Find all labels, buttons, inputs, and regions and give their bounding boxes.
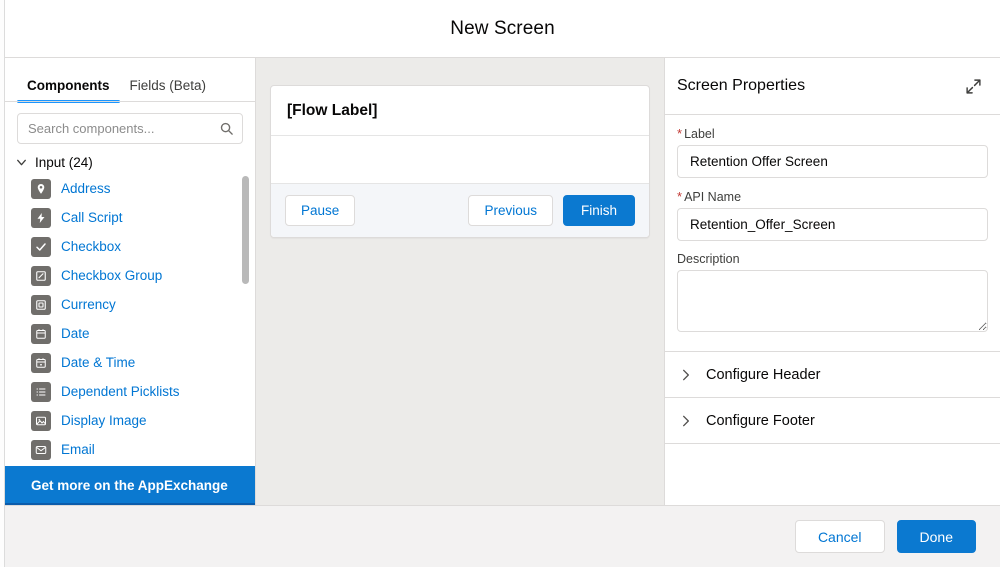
api-name-input[interactable] — [677, 208, 988, 241]
lightning-bolt-icon — [31, 207, 51, 228]
location-pin-icon — [31, 178, 51, 199]
component-label: Address — [61, 181, 111, 196]
component-list: Address Call Script Checkbox Checkbox Gr… — [5, 174, 255, 466]
search-input[interactable] — [18, 121, 242, 136]
label-field-group: * Label — [677, 126, 988, 178]
calendar-icon — [31, 323, 51, 344]
page-title: New Screen — [450, 17, 555, 39]
flow-card-header: [Flow Label] — [271, 86, 649, 136]
currency-icon — [31, 294, 51, 315]
scrollbar-thumb[interactable] — [242, 176, 249, 284]
screen-canvas: [Flow Label] Pause Previous Finish — [256, 58, 665, 505]
checkbox-group-icon — [31, 265, 51, 286]
component-item-checkbox-group[interactable]: Checkbox Group — [9, 261, 255, 290]
component-item-address[interactable]: Address — [9, 174, 255, 203]
component-item-date-time[interactable]: Date & Time — [9, 348, 255, 377]
configure-header-section[interactable]: Configure Header — [665, 352, 1000, 398]
component-item-date[interactable]: Date — [9, 319, 255, 348]
envelope-icon — [31, 439, 51, 460]
screen-properties-fields: *Label *API Name Description — [665, 115, 1000, 352]
screen-properties-header: Screen Properties — [665, 58, 1000, 115]
description-field-group: Description — [677, 252, 988, 337]
panel-title: Screen Properties — [677, 77, 806, 94]
flow-label-text: [Flow Label] — [287, 102, 378, 119]
chevron-right-icon — [683, 369, 689, 380]
component-label: Checkbox Group — [61, 268, 163, 283]
components-panel: Components Fields (Beta) Input (24) — [5, 58, 256, 505]
expand-icon[interactable] — [965, 78, 982, 95]
component-item-currency[interactable]: Currency — [9, 290, 255, 319]
calendar-clock-icon — [31, 352, 51, 373]
tabs-divider — [5, 101, 255, 102]
checkmark-icon — [31, 236, 51, 257]
component-label: Email — [61, 442, 95, 457]
label-input[interactable] — [677, 145, 988, 178]
previous-button[interactable]: Previous — [468, 195, 553, 226]
component-item-dependent-picklists[interactable]: Dependent Picklists — [9, 377, 255, 406]
api-name-field-group: * API Name — [677, 189, 988, 241]
flow-card-body-dropzone[interactable] — [271, 136, 649, 184]
search-box[interactable] — [17, 113, 243, 144]
search-container — [5, 103, 255, 150]
component-label: Display Image — [61, 413, 147, 428]
component-label: Currency — [61, 297, 116, 312]
chevron-right-icon — [683, 415, 689, 426]
component-label: Date & Time — [61, 355, 136, 370]
list-icon — [31, 381, 51, 402]
configure-footer-section[interactable]: Configure Footer — [665, 398, 1000, 444]
component-list-scrollbar[interactable] — [242, 174, 249, 466]
component-label: Checkbox — [61, 239, 122, 254]
panel-tabs: Components Fields (Beta) — [5, 58, 255, 103]
tab-fields-beta[interactable]: Fields (Beta) — [120, 78, 217, 103]
label-field-label: * Label — [677, 126, 715, 141]
search-icon — [220, 122, 233, 135]
component-group-label: Input (24) — [35, 155, 93, 170]
cancel-button[interactable]: Cancel — [794, 520, 885, 553]
component-item-checkbox[interactable]: Checkbox — [9, 232, 255, 261]
component-item-call-script[interactable]: Call Script — [9, 203, 255, 232]
panel-empty-space — [665, 444, 1000, 505]
window-left-edge — [0, 0, 5, 567]
component-item-email[interactable]: Email — [9, 435, 255, 464]
image-icon — [31, 410, 51, 431]
modal-footer: Cancel Done — [5, 505, 1000, 567]
appexchange-button[interactable]: Get more on the AppExchange — [5, 466, 255, 505]
screen-properties-panel: Screen Properties *Label *API Name — [665, 58, 1000, 505]
configure-header-label: Configure Header — [706, 366, 821, 383]
done-button[interactable]: Done — [896, 520, 976, 553]
flow-footer-right-buttons: Previous Finish — [468, 195, 635, 226]
component-label: Dependent Picklists — [61, 384, 180, 399]
flow-preview-card: [Flow Label] Pause Previous Finish — [270, 85, 650, 238]
description-textarea[interactable] — [677, 270, 988, 332]
api-name-field-label: * API Name — [677, 189, 742, 204]
component-label: Date — [61, 326, 90, 341]
modal-body: Components Fields (Beta) Input (24) — [5, 58, 1000, 505]
component-item-display-image[interactable]: Display Image — [9, 406, 255, 435]
new-screen-modal: New Screen Components Fields (Beta) Sear… — [0, 0, 1000, 567]
configure-footer-label: Configure Footer — [706, 412, 815, 429]
description-field-label: Description — [677, 252, 740, 266]
component-label: Call Script — [61, 210, 123, 225]
pause-button[interactable]: Pause — [285, 195, 356, 226]
finish-button[interactable]: Finish — [562, 195, 635, 226]
chevron-down-icon — [17, 159, 26, 166]
flow-card-footer: Pause Previous Finish — [271, 184, 649, 237]
required-marker: * — [677, 189, 683, 204]
modal-header: New Screen — [5, 0, 1000, 58]
tab-components[interactable]: Components — [17, 78, 120, 103]
component-group-input[interactable]: Input (24) — [5, 150, 255, 174]
required-marker: * — [677, 126, 683, 141]
